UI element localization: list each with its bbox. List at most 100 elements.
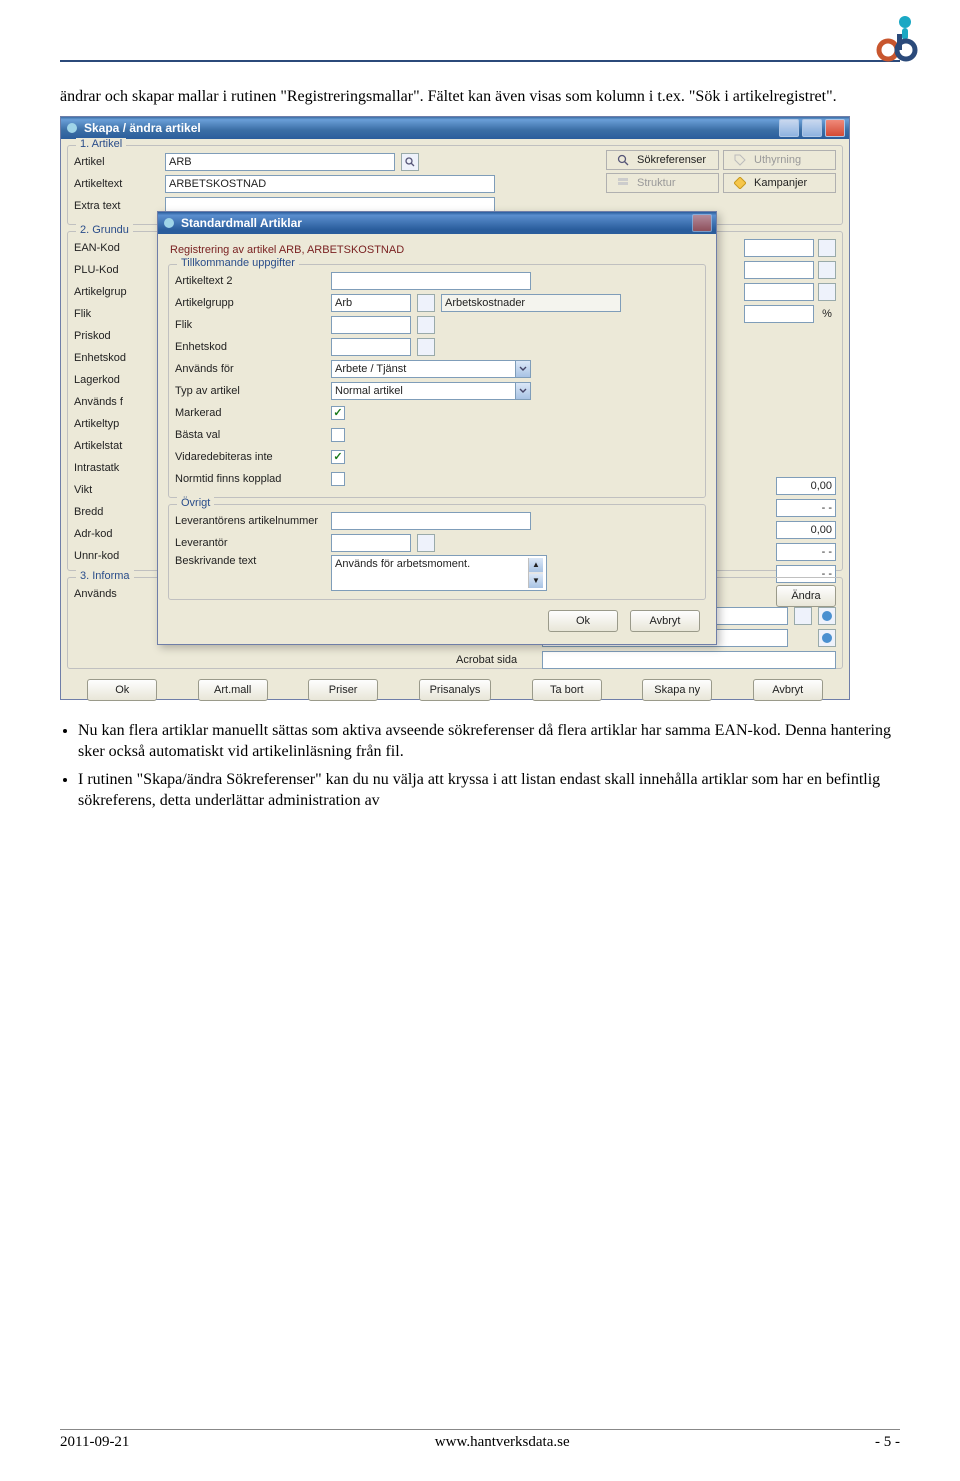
window-titlebar[interactable]: Skapa / ändra artikel — [61, 117, 849, 139]
lbl-normtid: Normtid finns kopplad — [175, 473, 325, 485]
lbl-bredd: Bredd — [74, 506, 159, 518]
btn-struktur[interactable]: Struktur — [606, 173, 719, 193]
lbl-ean: EAN-Kod — [74, 242, 159, 254]
rt-in[interactable] — [744, 261, 814, 279]
group-ovrigt: Övrigt Leverantörens artikelnummer Lever… — [168, 504, 706, 600]
chk-basta[interactable] — [331, 428, 345, 442]
btn-artmall[interactable]: Art.mall — [198, 679, 268, 701]
close-icon[interactable] — [692, 214, 712, 232]
rt-in[interactable] — [744, 305, 814, 323]
chevron-down-icon[interactable] — [515, 360, 531, 378]
lookup-icon[interactable] — [818, 283, 836, 301]
lookup-icon[interactable] — [818, 239, 836, 257]
group-title: 1. Artikel — [76, 138, 126, 150]
group-title-2: 2. Grundu — [76, 224, 133, 236]
label-artikeltext: Artikeltext — [74, 178, 159, 190]
window-title: Skapa / ändra artikel — [84, 121, 201, 135]
btn-skapany[interactable]: Skapa ny — [642, 679, 712, 701]
input-acro[interactable] — [542, 651, 836, 669]
globe-icon[interactable] — [818, 629, 836, 647]
lookup-icon[interactable] — [417, 294, 435, 312]
lbl-at2: Artikeltext 2 — [175, 275, 325, 287]
app-icon — [65, 121, 79, 135]
rt-in[interactable] — [744, 283, 814, 301]
lbl-priskod: Priskod — [74, 330, 159, 342]
input-artikel[interactable]: ARB — [165, 153, 395, 171]
modal-title: Standardmall Artiklar — [181, 216, 302, 230]
lbl-mark: Markerad — [175, 407, 325, 419]
lbl-flik: Flik — [74, 308, 159, 320]
lbl-typ: Typ av artikel — [175, 385, 325, 397]
modal-group-ovrigt: Övrigt — [177, 497, 214, 509]
btn-uthyrning[interactable]: Uthyrning — [723, 150, 836, 170]
minimize-icon[interactable] — [779, 119, 799, 137]
lbl-vikt: Vikt — [74, 484, 159, 496]
input-artikeltext[interactable]: ARBETSKOSTNAD — [165, 175, 495, 193]
lookup-icon[interactable] — [417, 534, 435, 552]
rt-in[interactable] — [744, 239, 814, 257]
lbl-vidare: Vidaredebiteras inte — [175, 451, 325, 463]
lookup-icon[interactable] — [417, 316, 435, 334]
input-ag[interactable]: Arb — [331, 294, 411, 312]
scroll-down-icon[interactable]: ▼ — [529, 574, 543, 588]
btn-struktur-label: Struktur — [637, 177, 676, 189]
lookup-icon[interactable] — [401, 153, 419, 171]
lbl-basta: Bästa val — [175, 429, 325, 441]
btn-sokreferenser[interactable]: Sökreferenser — [606, 150, 719, 170]
btn-ok[interactable]: Ok — [87, 679, 157, 701]
btn-tabort[interactable]: Ta bort — [532, 679, 602, 701]
chk-vidare[interactable] — [331, 450, 345, 464]
label-extratext: Extra text — [74, 200, 159, 212]
lbl-lager: Lagerkod — [74, 374, 159, 386]
footer-page: - 5 - — [875, 1434, 900, 1451]
lbl-ag: Artikelgrupp — [175, 297, 325, 309]
lbl-besk: Beskrivande text — [175, 555, 325, 567]
lbl-acro: Acrobat sida — [456, 654, 536, 666]
input-flik[interactable] — [331, 316, 411, 334]
modal-titlebar[interactable]: Standardmall Artiklar — [158, 212, 716, 234]
lbl-anv: Används för — [175, 363, 325, 375]
rt-val: - - — [776, 499, 836, 517]
close-icon[interactable] — [825, 119, 845, 137]
textarea-besk[interactable]: Används för arbetsmoment. ▲ ▼ — [331, 555, 547, 591]
chk-normtid[interactable] — [331, 472, 345, 486]
combo-typ[interactable]: Normal artikel — [331, 382, 515, 400]
btn-sokref-label: Sökreferenser — [637, 154, 706, 166]
chk-markerad[interactable] — [331, 406, 345, 420]
screenshot-window: Skapa / ändra artikel 1. Artikel Artikel… — [60, 116, 850, 700]
lbl-enh: Enhetskod — [175, 341, 325, 353]
scrollbar[interactable]: ▲ ▼ — [528, 558, 543, 588]
group-tillkommande: Tillkommande uppgifter Artikeltext 2 Art… — [168, 264, 706, 498]
maximize-icon[interactable] — [802, 119, 822, 137]
rt-val: 0,00 — [776, 521, 836, 539]
pct-label: % — [818, 305, 836, 323]
btn-avbryt[interactable]: Avbryt — [753, 679, 823, 701]
lbl-enh: Enhetskod — [74, 352, 159, 364]
lookup-icon[interactable] — [417, 338, 435, 356]
btn-uthyr-label: Uthyrning — [754, 154, 801, 166]
lbl-arttyp: Artikeltyp — [74, 418, 159, 430]
input-enh[interactable] — [331, 338, 411, 356]
lookup-icon[interactable] — [818, 261, 836, 279]
modal-btn-ok[interactable]: Ok — [548, 610, 618, 632]
footer-site: www.hantverksdata.se — [435, 1434, 570, 1451]
app-icon — [162, 216, 176, 230]
lbl-levart: Leverantörens artikelnummer — [175, 515, 325, 527]
input-at2[interactable] — [331, 272, 531, 290]
btn-prisanalys[interactable]: Prisanalys — [419, 679, 492, 701]
modal-btn-avbryt[interactable]: Avbryt — [630, 610, 700, 632]
globe-icon[interactable] — [818, 607, 836, 625]
input-lev[interactable] — [331, 534, 411, 552]
chevron-down-icon[interactable] — [515, 382, 531, 400]
input-levart[interactable] — [331, 512, 531, 530]
footer-date: 2011-09-21 — [60, 1434, 129, 1451]
combo-anv[interactable]: Arbete / Tjänst — [331, 360, 515, 378]
lookup-icon[interactable] — [794, 607, 812, 625]
scroll-up-icon[interactable]: ▲ — [529, 558, 543, 572]
btn-priser[interactable]: Priser — [308, 679, 378, 701]
intro-text: ändrar och skapar mallar i rutinen "Regi… — [60, 86, 900, 108]
lbl-artgrp: Artikelgrup — [74, 286, 159, 298]
btn-kampanjer[interactable]: Kampanjer — [723, 173, 836, 193]
logo — [870, 12, 920, 62]
btn-kamp-label: Kampanjer — [754, 177, 807, 189]
